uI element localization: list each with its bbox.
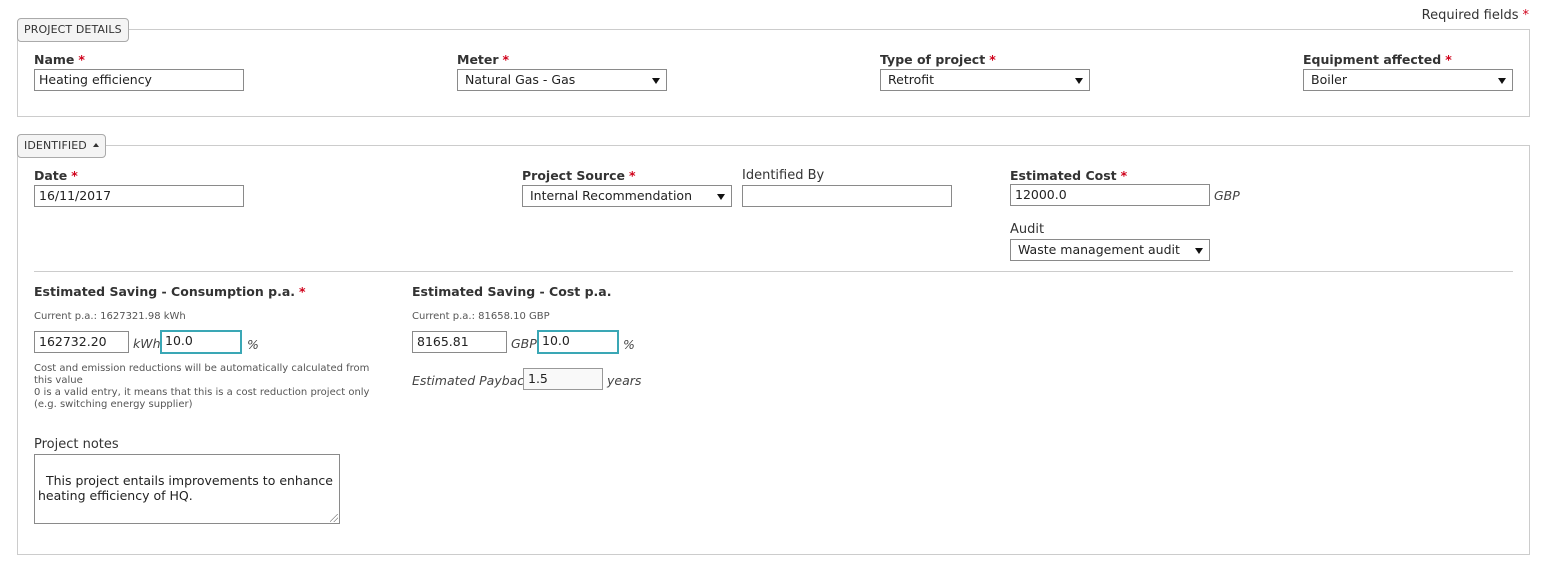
required-fields-note: Required fields * <box>1422 8 1529 23</box>
meter-label: Meter * <box>457 52 510 67</box>
name-input[interactable]: Heating efficiency <box>34 69 244 91</box>
project-notes-value: This project entails improvements to enh… <box>38 473 337 503</box>
estimated-cost-label: Estimated Cost * <box>1010 168 1128 183</box>
meter-select-value: Natural Gas - Gas <box>465 72 576 87</box>
equipment-affected-select[interactable]: Boiler <box>1303 69 1513 91</box>
date-input[interactable]: 16/11/2017 <box>34 185 244 207</box>
consumption-percent-unit: % <box>247 337 259 352</box>
type-of-project-label: Type of project * <box>880 52 996 67</box>
audit-select[interactable]: Waste management audit <box>1010 239 1210 261</box>
payback-input: 1.5 <box>523 368 603 390</box>
audit-select-value: Waste management audit <box>1018 242 1180 257</box>
identified-legend-toggle[interactable]: IDENTIFIED <box>17 134 106 158</box>
cost-percent-input[interactable]: 10.0 <box>537 330 619 354</box>
meter-select[interactable]: Natural Gas - Gas <box>457 69 667 91</box>
payback-unit: years <box>607 373 642 388</box>
project-source-select[interactable]: Internal Recommendation <box>522 185 732 207</box>
saving-cost-input[interactable]: 8165.81 <box>412 331 507 353</box>
type-of-project-select[interactable]: Retrofit <box>880 69 1090 91</box>
equipment-affected-value: Boiler <box>1311 72 1347 87</box>
name-label: Name * <box>34 52 85 67</box>
consumption-percent-input[interactable]: 10.0 <box>160 330 242 354</box>
audit-label: Audit <box>1010 222 1045 237</box>
chevron-down-icon <box>717 194 725 200</box>
date-label: Date * <box>34 168 78 183</box>
chevron-down-icon <box>1195 248 1203 254</box>
project-source-label: Project Source * <box>522 168 636 183</box>
collapse-caret-icon <box>92 143 99 147</box>
chevron-down-icon <box>1498 78 1506 84</box>
project-source-value: Internal Recommendation <box>530 188 692 203</box>
saving-cost-label: Estimated Saving - Cost p.a. <box>412 284 612 299</box>
identified-by-input[interactable] <box>742 185 952 207</box>
resize-grip-icon[interactable] <box>330 514 338 522</box>
estimated-cost-input[interactable]: 12000.0 <box>1010 184 1210 206</box>
required-marker: * <box>1522 8 1530 23</box>
cost-unit: GBP <box>511 336 537 351</box>
saving-consumption-input[interactable]: 162732.20 <box>34 331 129 353</box>
cost-percent-unit: % <box>623 337 635 352</box>
payback-label: Estimated Payback <box>412 373 532 388</box>
chevron-down-icon <box>652 78 660 84</box>
identified-by-label: Identified By <box>742 168 825 183</box>
identified-legend-label: IDENTIFIED <box>24 139 87 152</box>
consumption-help-line1: Cost and emission reductions will be aut… <box>34 363 370 386</box>
estimated-cost-unit: GBP <box>1214 188 1240 203</box>
current-cost-text: Current p.a.: 81658.10 GBP <box>412 311 550 322</box>
type-of-project-value: Retrofit <box>888 72 935 87</box>
current-consumption-text: Current p.a.: 1627321.98 kWh <box>34 311 186 322</box>
required-fields-label: Required fields <box>1421 8 1519 23</box>
project-notes-textarea[interactable]: This project entails improvements to enh… <box>34 454 340 524</box>
consumption-unit: kWh <box>133 336 161 351</box>
section-divider <box>34 271 1513 272</box>
chevron-down-icon <box>1075 78 1083 84</box>
project-details-legend: PROJECT DETAILS <box>17 18 129 42</box>
saving-consumption-label: Estimated Saving - Consumption p.a. * <box>34 284 306 299</box>
consumption-help-text: Cost and emission reductions will be aut… <box>34 363 374 411</box>
project-notes-label: Project notes <box>34 437 119 452</box>
equipment-affected-label: Equipment affected * <box>1303 52 1452 67</box>
consumption-help-line2: 0 is a valid entry, it means that this i… <box>34 387 370 410</box>
